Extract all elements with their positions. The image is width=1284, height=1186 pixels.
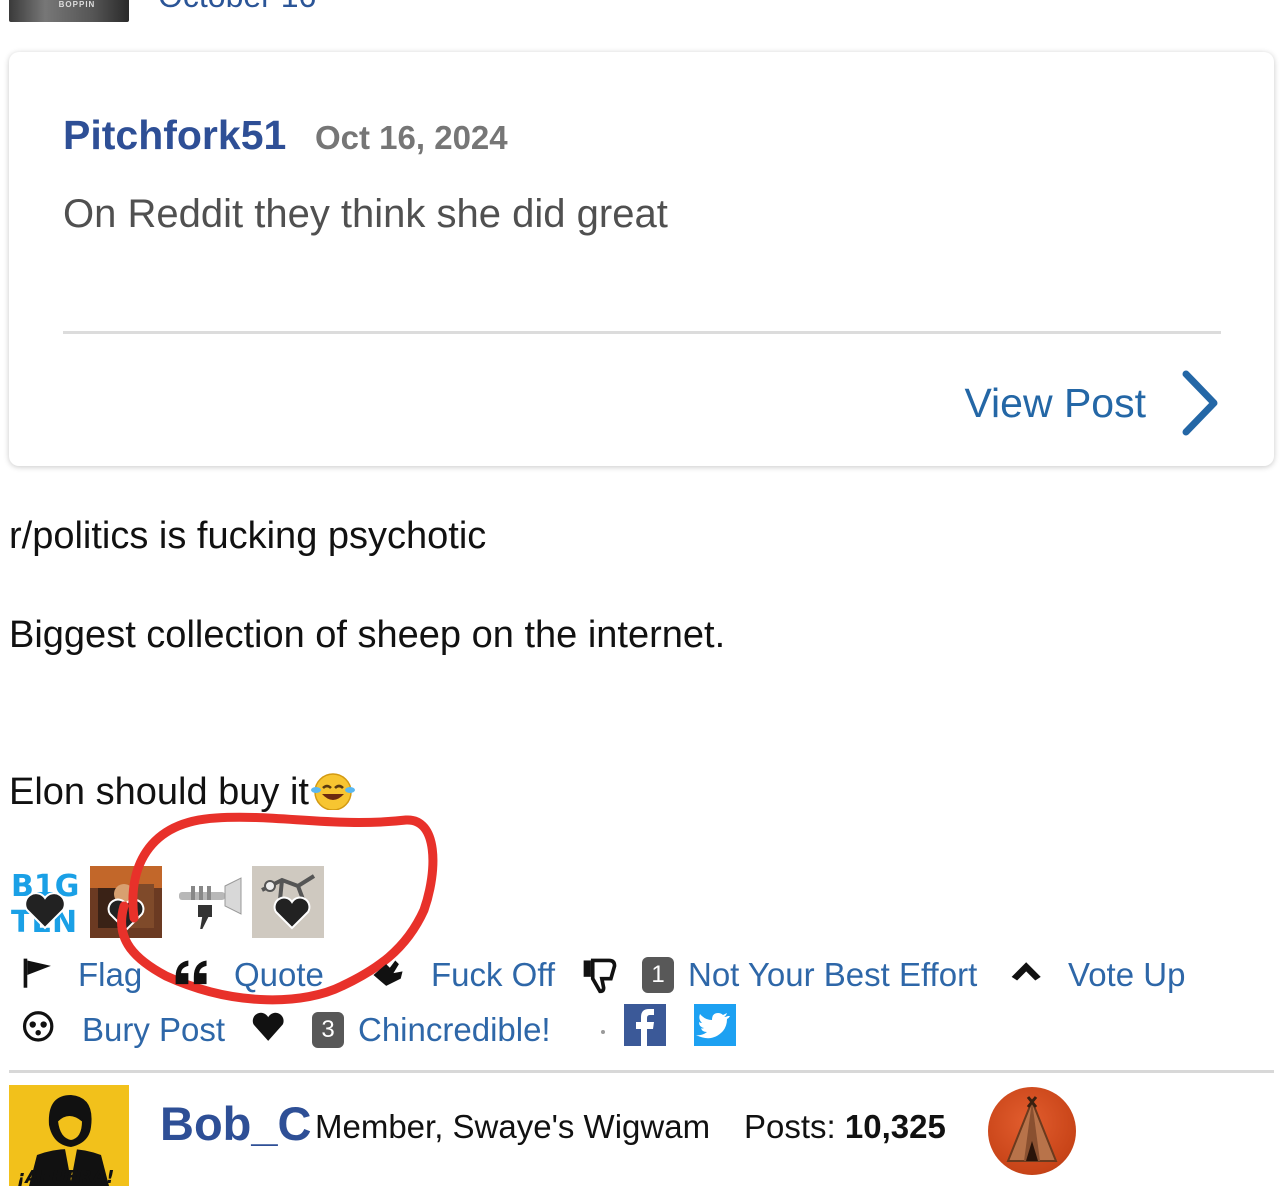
not-best-effort-count: 1 <box>642 957 674 993</box>
skeleton-reaction-icon <box>252 866 324 938</box>
reaction-trumpet-thumbs-down[interactable] <box>171 866 243 938</box>
view-post-link[interactable]: View Post <box>964 370 1220 436</box>
bury-post-label: Bury Post <box>82 1011 226 1048</box>
flag-action[interactable]: Flag <box>18 955 142 995</box>
reaction-photo-heart[interactable] <box>90 866 162 938</box>
previous-post-footer: BOPPIN October 16 <box>0 0 1284 24</box>
quote-action[interactable]: Quote <box>170 955 324 995</box>
avatar-caption: ¡AFUERA! <box>17 1167 114 1186</box>
chincredible-count: 3 <box>312 1012 344 1048</box>
author-post-count: Posts: 10,325 <box>744 1108 946 1146</box>
vote-up-action[interactable]: Vote Up <box>1006 955 1185 995</box>
separator-dot <box>601 1030 605 1034</box>
bury-post-action[interactable]: Bury Post <box>18 1010 225 1050</box>
fuck-off-label: Fuck Off <box>431 956 556 993</box>
quoted-post-card: Pitchfork51 Oct 16, 2024 On Reddit they … <box>9 52 1274 466</box>
quote-author[interactable]: Pitchfork51 <box>63 112 286 159</box>
not-best-effort-label: Not Your Best Effort <box>688 956 978 993</box>
post-line-2: Biggest collection of sheep on the inter… <box>9 614 726 656</box>
chevron-right-icon <box>1182 370 1218 436</box>
heart-icon <box>252 1012 284 1041</box>
skull-icon <box>22 1011 54 1042</box>
vote-up-label: Vote Up <box>1068 956 1186 993</box>
previous-avatar[interactable]: BOPPIN <box>9 0 129 22</box>
posts-count: 10,325 <box>844 1108 946 1145</box>
post-line-3-text: Elon should buy it <box>9 771 309 813</box>
post-divider <box>9 1070 1274 1073</box>
fuck-off-action[interactable]: Fuck Off <box>366 955 555 995</box>
teepee-icon <box>1006 1096 1058 1162</box>
thumbs-down-icon <box>583 958 617 994</box>
avatar-image: ¡AFUERA! <box>9 1085 129 1186</box>
post-line-3: Elon should buy it <box>9 770 357 814</box>
not-best-effort-action[interactable]: 1 Not Your Best Effort <box>578 955 977 995</box>
avatar-shirt-text: BOPPIN <box>58 0 96 9</box>
reaction-big-ten-heart[interactable]: B1G TEN <box>9 866 81 938</box>
post-line-1: r/politics is fucking psychotic <box>9 515 487 557</box>
laughing-emoji-icon <box>310 773 355 810</box>
photo-reaction-icon <box>90 866 162 938</box>
big-ten-logo-icon: B1G TEN <box>9 866 81 938</box>
rank-badge <box>988 1087 1076 1175</box>
author-name[interactable]: Bob_C <box>160 1096 311 1151</box>
caret-up-icon <box>1011 962 1041 981</box>
chincredible-label: Chincredible! <box>358 1011 551 1048</box>
chincredible-action[interactable]: 3 Chincredible! <box>248 1010 551 1050</box>
quote-divider <box>63 331 1221 334</box>
quote-label: Quote <box>234 956 324 993</box>
twitter-icon[interactable] <box>694 1004 736 1046</box>
middle-finger-icon <box>373 960 403 986</box>
view-post-label: View Post <box>964 379 1146 426</box>
trumpet-reaction-icon <box>171 866 243 938</box>
flag-icon <box>23 958 51 988</box>
previous-post-date: October 16 <box>158 0 316 15</box>
posts-label: Posts: <box>744 1108 836 1145</box>
quote-marks-icon <box>175 960 207 985</box>
flag-label: Flag <box>78 956 143 993</box>
reaction-skeleton-heart[interactable] <box>252 866 324 938</box>
quote-date: Oct 16, 2024 <box>315 119 508 156</box>
author-role: Member, Swaye's Wigwam <box>315 1108 711 1145</box>
quote-text: On Reddit they think she did great <box>63 192 668 236</box>
author-avatar[interactable]: ¡AFUERA! <box>9 1085 129 1186</box>
facebook-icon[interactable] <box>624 1004 666 1046</box>
